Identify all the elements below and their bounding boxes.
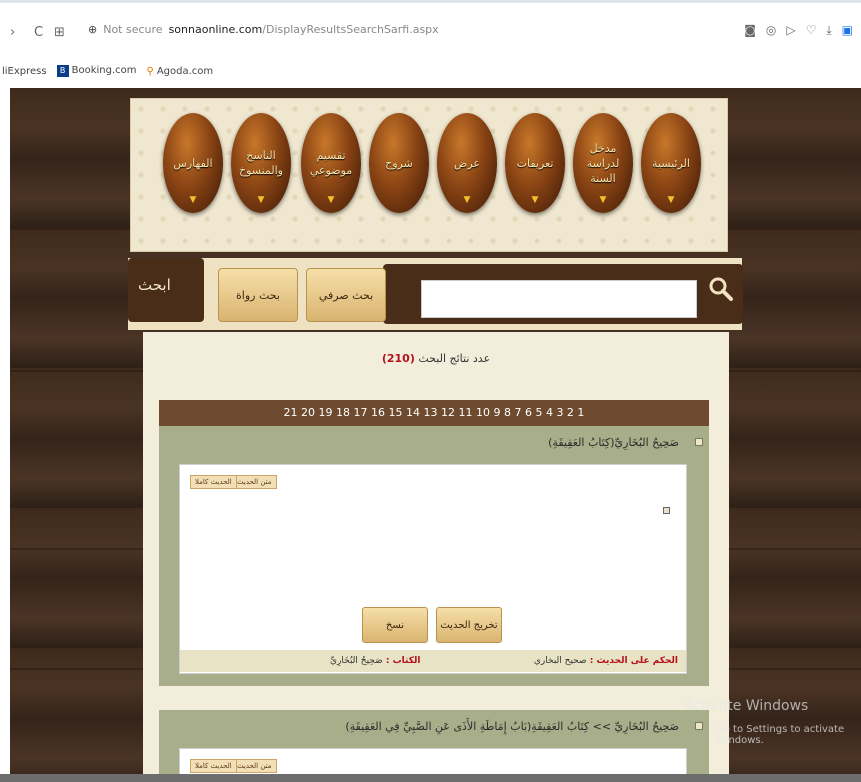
bullet-icon [695,722,703,730]
security-label: Not secure [103,23,163,36]
menu-item-display[interactable]: عرض ▼ [437,113,497,213]
arrow-down-icon: ▼ [599,195,607,205]
full-hadith-button[interactable]: الحديث كاملا [190,475,237,489]
result-item: صَحِيحُ البُخَارِيِّ(كِتَابُ العَقِيقَةِ… [159,426,709,686]
hadith-text-button[interactable]: متن الحديث [232,475,277,489]
main-menu: الرئيسية ▼ مدخل لدراسة السنة ▼ تعريفات ▼ عر… [130,98,728,252]
taskbar-edge [0,774,861,782]
bookmark-agoda[interactable]: ⚲ Agoda.com [147,66,214,77]
play-icon[interactable]: ▷ [786,23,795,38]
arrow-down-icon: ▼ [257,195,265,205]
menu-item-abrogation[interactable]: الناسخ والمنسوخ ▼ [231,113,291,213]
shield-icon[interactable]: ◎ [766,23,776,38]
pagination[interactable]: 21 20 19 18 17 16 15 14 13 12 11 10 9 8 … [159,400,709,426]
booking-icon: B [56,65,69,77]
bullet-icon [695,438,703,446]
book-name: الكتاب : صَحِيحُ البُخَارِيِّ [330,656,421,666]
result-title[interactable]: صَحِيحُ البُخَارِيِّ >> كِتَابُ العَقِيق… [345,720,679,733]
arrow-down-icon: ▼ [463,195,471,205]
grid-icon[interactable]: ⊞ [54,25,65,40]
camera-icon[interactable]: ◙ [744,23,756,38]
bullet-icon [663,507,670,514]
result-title[interactable]: صَحِيحُ البُخَارِيِّ(كِتَابُ العَقِيقَةِ… [548,436,679,449]
agoda-icon: ⚲ [146,65,154,77]
activation-watermark: Activate Windows [684,698,809,714]
arrow-down-icon: ▼ [189,195,197,205]
info-icon[interactable]: ⊕ [88,23,97,36]
toolbar-icons: ◙ ◎ ▷ ♡ ⤓ ▣ [744,23,853,38]
menu-item-definitions[interactable]: تعريفات ▼ [505,113,565,213]
arrow-down-icon: ▼ [531,195,539,205]
search-input[interactable] [421,280,697,318]
menu-item-home[interactable]: الرئيسية ▼ [641,113,701,213]
bookmarks-bar: liExpress B Booking.com ⚲ Agoda.com [0,58,861,84]
result-body: متن الحديث الحديث كاملا تخريج الحديث نسخ… [179,464,687,674]
search-area: ابحث بحث رواة بحث صرفي [128,258,743,330]
results-area: عدد نتائج البحث (210) 21 20 19 18 17 16 … [143,332,729,778]
arrow-down-icon: ▼ [327,195,335,205]
result-count: عدد نتائج البحث (210) [381,352,491,365]
morph-search-button[interactable]: بحث صرفي [306,268,386,322]
url-path: /DisplayResultsSearchSarfi.aspx [262,23,439,36]
profile-icon[interactable]: ▣ [842,23,853,38]
browser-toolbar: › C ⊞ ⊕ Not secure sonnaonline.com/Displ… [0,0,861,52]
full-hadith-button[interactable]: الحديث كاملا [190,759,237,773]
copy-button[interactable]: نسخ [362,607,428,643]
result-footer: الحكم على الحديث : صحيح البخاري الكتاب :… [180,650,686,672]
heart-icon[interactable]: ♡ [806,23,817,38]
arrow-down-icon: ▼ [667,195,675,205]
activation-watermark-sub: Go to Settings to activate Windows. [716,724,845,746]
takhrij-button[interactable]: تخريج الحديث [436,607,502,643]
result-item: صَحِيحُ البُخَارِيِّ >> كِتَابُ العَقِيق… [159,710,709,778]
result-count-value: (210) [381,352,415,365]
search-icon[interactable] [708,276,734,302]
address-bar[interactable]: ⊕ Not secure sonnaonline.com/DisplayResu… [88,23,439,36]
narrators-search-button[interactable]: بحث رواة [218,268,298,322]
bookmark-booking[interactable]: B Booking.com [56,65,137,77]
search-title: ابحث [138,276,171,294]
hadith-text-button[interactable]: متن الحديث [232,759,277,773]
reload-icon[interactable]: C [34,25,43,40]
page-background: الرئيسية ▼ مدخل لدراسة السنة ▼ تعريفات ▼ عر… [10,88,861,778]
menu-item-intro[interactable]: مدخل لدراسة السنة ▼ [573,113,633,213]
menu-item-indexes[interactable]: الفهارس ▼ [163,113,223,213]
bookmark-aliexpress[interactable]: liExpress [2,66,47,77]
url-host: sonnaonline.com [168,23,263,36]
back-icon[interactable]: › [10,25,15,40]
download-icon[interactable]: ⤓ [826,23,831,38]
menu-item-topics[interactable]: تقسيم موضوعي ▼ [301,113,361,213]
menu-item-commentaries[interactable]: شروح [369,113,429,213]
hadith-ruling: الحكم على الحديث : صحيح البخاري [533,656,678,666]
